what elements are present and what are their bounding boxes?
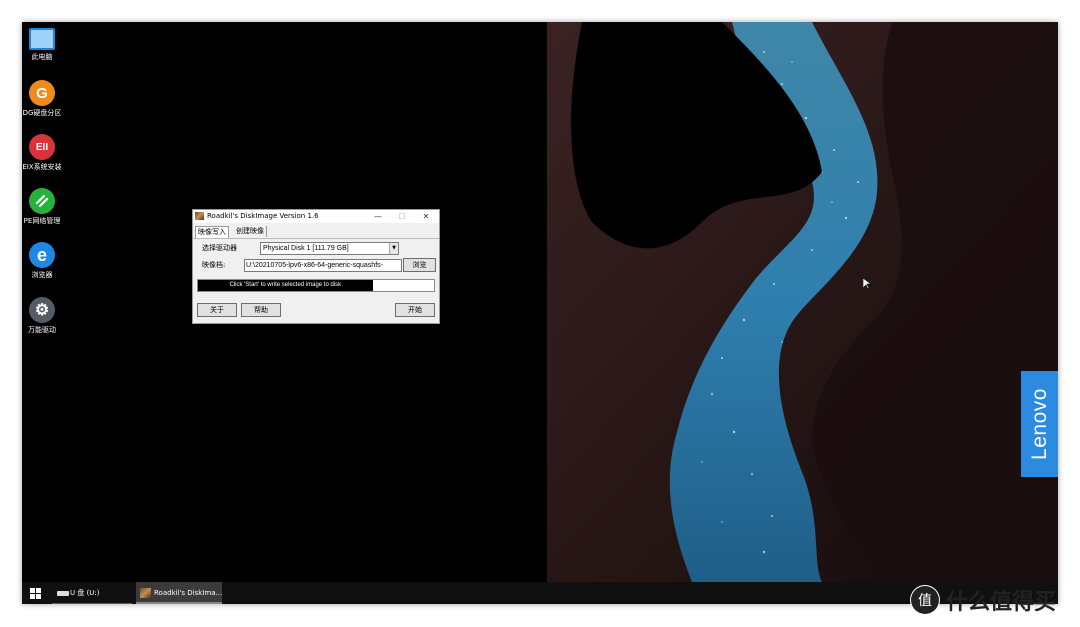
lenovo-logo: Lenovo xyxy=(1021,371,1058,477)
dg-partition-icon: G xyxy=(29,80,55,106)
mouse-cursor-icon xyxy=(863,278,871,290)
close-button[interactable]: ✕ xyxy=(415,210,437,223)
gear-glyph: ⚙ xyxy=(34,302,50,319)
watermark-text: 什么值得买 xyxy=(946,590,1057,615)
minimize-button[interactable]: — xyxy=(367,210,389,223)
taskbar: U 盘 (U:) Roadkil's DiskIma... xyxy=(22,582,1058,604)
drive-select[interactable]: Physical Disk 1 [111.79 GB] ▼ xyxy=(260,242,399,255)
taskbar-app-label: Roadkil's DiskIma... xyxy=(154,589,223,597)
chevron-down-icon[interactable]: ▼ xyxy=(389,243,398,254)
desktop-icon-label: 此电脑 xyxy=(31,53,53,61)
svg-text:值: 值 xyxy=(918,593,932,609)
desktop-icon-browser[interactable]: e 浏览器 xyxy=(24,242,60,280)
computer-icon xyxy=(29,28,55,50)
image-file-input[interactable]: U:\20210705-lpv6-x86-64-generic-squashfs… xyxy=(244,259,402,272)
progress-bar: Click 'Start' to write selected image to… xyxy=(197,279,435,292)
app-icon xyxy=(195,212,204,220)
app-icon xyxy=(140,588,151,598)
image-file-label: 映像档: xyxy=(202,261,226,269)
desktop-icon-driver[interactable]: ⚙ 万能驱动 xyxy=(24,297,60,335)
usb-drive-icon xyxy=(57,591,69,596)
desktop-icon-dg-partition[interactable]: G DG硬盘分区 xyxy=(23,80,61,118)
browser-icon: e xyxy=(29,242,55,268)
watermark: 值 什么值得买 xyxy=(910,583,1056,617)
window-title: Roadkil's DiskImage Version 1.6 xyxy=(207,212,319,220)
desktop-icon-label: DG硬盘分区 xyxy=(22,109,62,117)
desktop-icon-label: 万能驱动 xyxy=(28,326,56,334)
desktop-icon-pe-network[interactable]: PE网络管理 xyxy=(24,188,60,226)
help-button[interactable]: 帮助 xyxy=(241,303,281,317)
taskbar-drive-label: U 盘 (U:) xyxy=(70,589,100,597)
start-button[interactable]: 开始 xyxy=(395,303,435,317)
image-file-value: U:\20210705-lpv6-x86-64-generic-squashfs… xyxy=(246,262,383,269)
wallpaper-image xyxy=(22,22,1058,582)
tab-write-image[interactable]: 映像写入 xyxy=(195,226,229,238)
desktop-icon-label: EIX系统安装 xyxy=(22,163,62,171)
about-button[interactable]: 关于 xyxy=(197,303,237,317)
progress-status-text: Click 'Start' to write selected image to… xyxy=(229,282,342,288)
eix-glyph: EII xyxy=(35,141,49,153)
desktop-icon-eix-install[interactable]: EII EIX系统安装 xyxy=(22,134,62,172)
taskbar-app-diskimage[interactable]: Roadkil's DiskIma... xyxy=(136,582,222,604)
tab-create-image[interactable]: 创建映像 xyxy=(234,226,267,237)
diskimage-window: Roadkil's DiskImage Version 1.6 — ☐ ✕ 映像… xyxy=(192,209,440,324)
drive-select-value: Physical Disk 1 [111.79 GB] xyxy=(263,245,349,252)
eix-install-icon: EII xyxy=(29,134,55,160)
desktop-screen: 此电脑 G DG硬盘分区 EII EIX系统安装 PE网络管理 e 浏览器 ⚙ … xyxy=(22,22,1058,604)
watermark-logo-icon: 值 xyxy=(910,585,940,615)
lenovo-logo-text: Lenovo xyxy=(1027,388,1051,460)
gear-icon: ⚙ xyxy=(29,297,55,323)
network-manager-icon xyxy=(29,188,55,214)
desktop-icon-this-pc[interactable]: 此电脑 xyxy=(24,26,60,62)
desktop-icon-label: PE网络管理 xyxy=(23,217,61,225)
browser-glyph: e xyxy=(36,244,47,265)
desktop-icon-label: 浏览器 xyxy=(31,271,53,279)
taskbar-drive-item[interactable]: U 盘 (U:) xyxy=(52,582,132,604)
maximize-button[interactable]: ☐ xyxy=(391,210,413,223)
tab-divider xyxy=(193,238,439,239)
browse-button[interactable]: 浏览 xyxy=(403,258,436,272)
drive-label: 选择驱动器 xyxy=(202,244,237,252)
windows-start-icon[interactable] xyxy=(30,588,41,599)
taskbar-item-underline xyxy=(52,603,132,604)
title-bar[interactable]: Roadkil's DiskImage Version 1.6 — ☐ ✕ xyxy=(193,210,439,223)
taskbar-item-underline xyxy=(136,602,222,604)
dg-glyph: G xyxy=(36,84,48,102)
